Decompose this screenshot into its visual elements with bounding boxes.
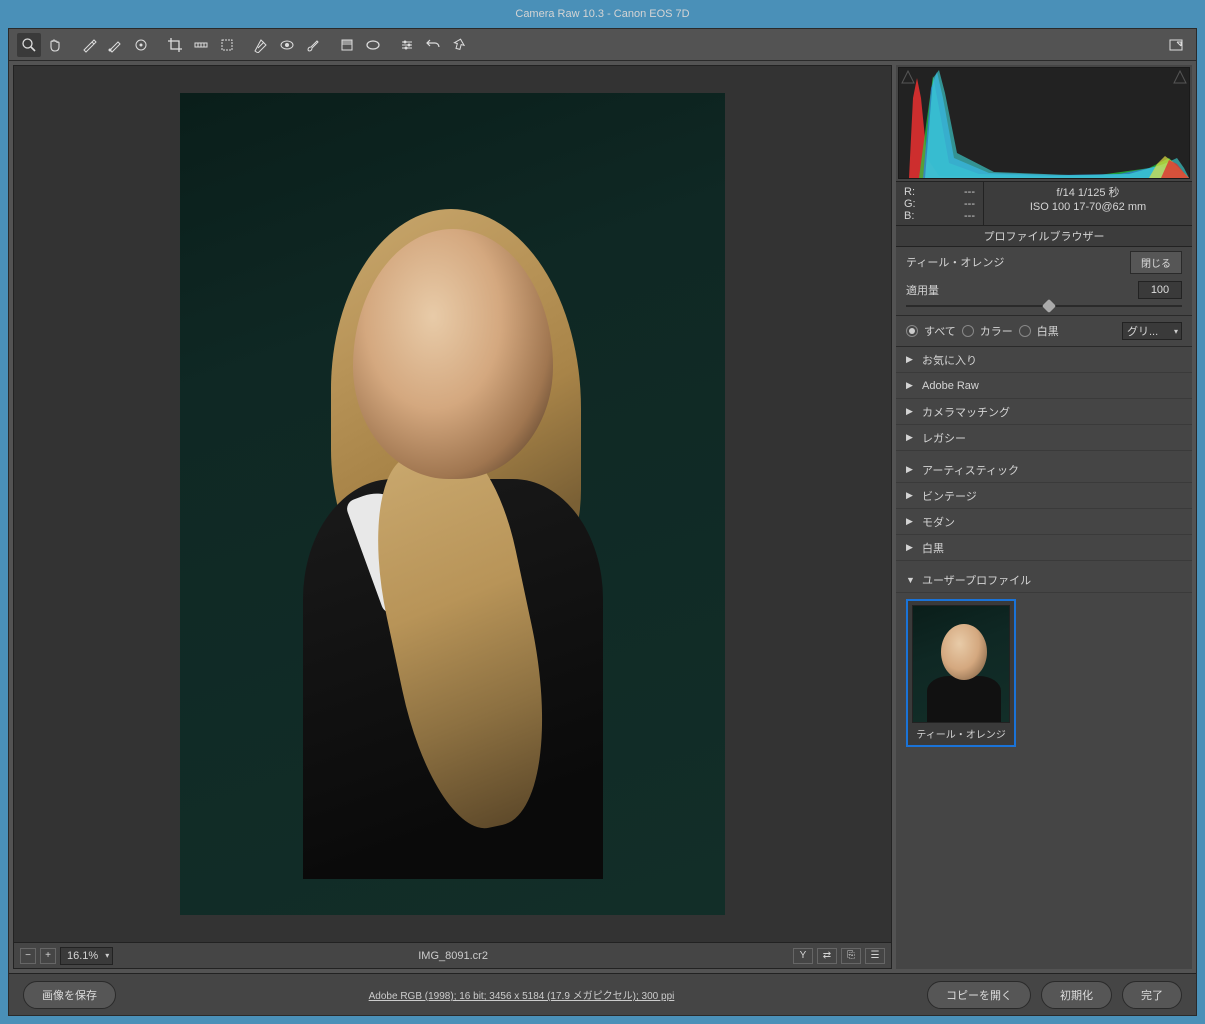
rotate-right-tool[interactable]	[447, 33, 471, 57]
open-copy-button[interactable]: コピーを開く	[927, 981, 1031, 1009]
metadata-box: R:--- G:--- B:--- f/14 1/125 秒 ISO 100 1…	[896, 181, 1192, 225]
filter-color-radio[interactable]	[962, 325, 974, 337]
highlight-clip-icon[interactable]	[1173, 70, 1187, 84]
group-user-profiles[interactable]: ▼ユーザープロファイル	[896, 567, 1192, 593]
toolbar	[9, 29, 1196, 61]
radial-filter-tool[interactable]	[361, 33, 385, 57]
panel-title: プロファイルブラウザー	[896, 225, 1192, 247]
profile-thumbnail-image	[912, 605, 1010, 723]
color-sampler-tool[interactable]	[103, 33, 127, 57]
shadow-clip-icon[interactable]	[901, 70, 915, 84]
hand-tool[interactable]	[43, 33, 67, 57]
straighten-tool[interactable]	[189, 33, 213, 57]
zoom-tool[interactable]	[17, 33, 41, 57]
group-camera-matching[interactable]: ▶カメラマッチング	[896, 399, 1192, 425]
brush-tool[interactable]	[301, 33, 325, 57]
profile-thumbnail[interactable]: ☆ ティール・オレンジ	[906, 599, 1016, 747]
preview-panel: − + 16.1% IMG_8091.cr2 Y ⇄ ⎘ ☰	[13, 65, 892, 969]
profile-group-list: ▶お気に入り ▶Adobe Raw ▶カメラマッチング ▶レガシー ▶アーティス…	[896, 347, 1192, 969]
preview-footer: − + 16.1% IMG_8091.cr2 Y ⇄ ⎘ ☰	[14, 942, 891, 968]
copy-settings-button[interactable]: ⎘	[841, 948, 861, 964]
filter-bw-radio[interactable]	[1019, 325, 1031, 337]
window-titlebar: Camera Raw 10.3 - Canon EOS 7D	[0, 0, 1205, 28]
swap-button[interactable]: ⇄	[817, 948, 837, 964]
preview-image	[180, 93, 725, 915]
group-legacy[interactable]: ▶レガシー	[896, 425, 1192, 451]
toggle-panel-button[interactable]: ☰	[865, 948, 885, 964]
group-vintage[interactable]: ▶ビンテージ	[896, 483, 1192, 509]
group-adobe-raw[interactable]: ▶Adobe Raw	[896, 373, 1192, 399]
transform-tool[interactable]	[215, 33, 239, 57]
side-panel: R:--- G:--- B:--- f/14 1/125 秒 ISO 100 1…	[896, 65, 1192, 969]
save-image-button[interactable]: 画像を保存	[23, 981, 116, 1009]
amount-value[interactable]: 100	[1138, 281, 1182, 299]
rgb-readout: R:--- G:--- B:---	[896, 182, 984, 225]
exif-readout: f/14 1/125 秒 ISO 100 17-70@62 mm	[984, 182, 1192, 225]
grad-filter-tool[interactable]	[335, 33, 359, 57]
filter-bw-label: 白黒	[1037, 323, 1059, 339]
filter-color-label: カラー	[980, 323, 1013, 339]
amount-slider[interactable]	[896, 301, 1192, 315]
app-frame: − + 16.1% IMG_8091.cr2 Y ⇄ ⎘ ☰	[8, 28, 1197, 1016]
profile-thumbnail-label: ティール・オレンジ	[912, 723, 1010, 741]
current-profile-label: ティール・オレンジ	[906, 254, 1122, 270]
spot-removal-tool[interactable]	[249, 33, 273, 57]
fullscreen-tool[interactable]	[1164, 33, 1188, 57]
filter-row: すべて カラー 白黒 グリ...	[896, 315, 1192, 347]
zoom-select[interactable]: 16.1%	[60, 947, 113, 965]
preview-canvas[interactable]	[14, 66, 891, 942]
zoom-out-button[interactable]: −	[20, 948, 36, 964]
filename-label: IMG_8091.cr2	[117, 950, 789, 962]
crop-tool[interactable]	[163, 33, 187, 57]
window-title: Camera Raw 10.3 - Canon EOS 7D	[515, 8, 689, 20]
zoom-in-button[interactable]: +	[40, 948, 56, 964]
redeye-tool[interactable]	[275, 33, 299, 57]
bottom-bar: 画像を保存 Adobe RGB (1998); 16 bit; 3456 x 5…	[9, 973, 1196, 1015]
amount-label: 適用量	[906, 282, 1130, 298]
reset-button[interactable]: 初期化	[1041, 981, 1112, 1009]
group-artistic[interactable]: ▶アーティスティック	[896, 457, 1192, 483]
group-bw[interactable]: ▶白黒	[896, 535, 1192, 561]
white-balance-tool[interactable]	[77, 33, 101, 57]
target-adjust-tool[interactable]	[129, 33, 153, 57]
grid-view-select[interactable]: グリ...	[1122, 322, 1182, 340]
group-modern[interactable]: ▶モダン	[896, 509, 1192, 535]
rotate-left-tool[interactable]	[421, 33, 445, 57]
done-button[interactable]: 完了	[1122, 981, 1182, 1009]
amount-slider-thumb[interactable]	[1042, 299, 1056, 313]
close-browser-button[interactable]: 閉じる	[1130, 251, 1182, 274]
workflow-options-link[interactable]: Adobe RGB (1998); 16 bit; 3456 x 5184 (1…	[126, 987, 917, 1002]
filter-all-radio[interactable]	[906, 325, 918, 337]
histogram[interactable]	[898, 67, 1190, 179]
preferences-tool[interactable]	[395, 33, 419, 57]
group-favorites[interactable]: ▶お気に入り	[896, 347, 1192, 373]
filter-all-label: すべて	[924, 323, 956, 339]
compare-y-button[interactable]: Y	[793, 948, 813, 964]
